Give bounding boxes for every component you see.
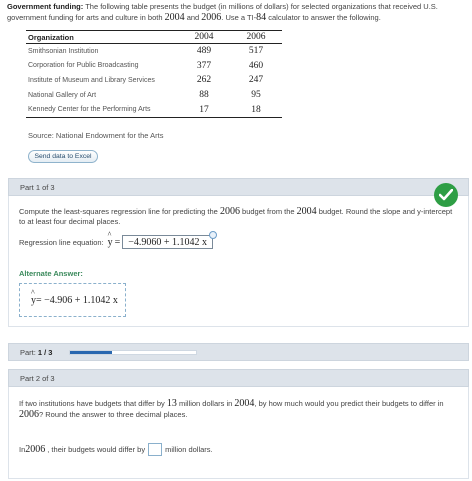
cell-2006: 517 — [248, 46, 264, 57]
cell-organization: Kennedy Center for the Performing Arts — [26, 102, 178, 118]
alternate-answer-value: = −4.906 + 1.1042 x — [36, 294, 118, 306]
progress-value: 1 / 3 — [37, 347, 53, 357]
table-row: Kennedy Center for the Performing Arts 1… — [26, 102, 282, 118]
cell-2006: 460 — [248, 60, 264, 71]
header-organization: Organization — [26, 30, 178, 44]
cell-2004: 262 — [196, 75, 212, 86]
table-row: Institute of Museum and Library Services… — [26, 73, 282, 88]
budget-difference-input[interactable] — [148, 442, 163, 456]
source-note: Source: National Endowment for the Arts — [28, 131, 164, 140]
progress-track — [69, 350, 197, 355]
table-header-row: Organization 2004 2006 — [26, 30, 282, 44]
cell-organization: National Gallery of Art — [28, 91, 97, 99]
equals-sign: = — [114, 236, 121, 248]
regression-answer-field[interactable]: −4.9060 + 1.1042 x — [122, 231, 218, 249]
alt-y-hat-symbol: y — [31, 288, 36, 306]
cell-2006: 247 — [248, 75, 264, 86]
part1-header: Part 1 of 3 — [8, 178, 469, 196]
cell-2004: 489 — [196, 46, 212, 57]
part2-answer-row: In 2006, their budgets would differ by m… — [19, 442, 213, 456]
y-hat-symbol: y — [108, 230, 113, 248]
table-row: Corporation for Public Broadcasting 377 … — [26, 58, 282, 73]
cell-organization: Institute of Museum and Library Services — [28, 76, 155, 84]
regression-equation-row: Regression line equation: y = −4.9060 + … — [19, 230, 218, 250]
progress-label: Part: — [20, 347, 36, 357]
equation-label: Regression line equation: — [19, 237, 104, 247]
cell-organization: Corporation for Public Broadcasting — [28, 62, 139, 70]
header-2006: 2006 — [230, 30, 282, 44]
intro-lead: Government funding: — [7, 2, 84, 11]
send-to-excel-button[interactable]: Send data to Excel — [28, 150, 98, 163]
cell-2004: 88 — [199, 90, 209, 101]
part2-header: Part 2 of 3 — [8, 369, 469, 387]
cell-2006: 18 — [230, 102, 282, 118]
table-row: Smithsonian Institution 489 517 — [26, 44, 282, 59]
part-progress: Part: 1 / 3 — [8, 343, 469, 361]
cell-2004: 377 — [196, 60, 212, 71]
part1-instructions: Compute the least-squares regression lin… — [19, 206, 453, 227]
cell-2006: 95 — [251, 90, 261, 101]
cell-2004: 17 — [178, 102, 230, 118]
regression-answer-value: −4.9060 + 1.1042 x — [128, 236, 208, 248]
edit-handle-icon[interactable] — [209, 231, 218, 239]
alternate-answer-label: Alternate Answer: — [19, 269, 83, 278]
alternate-answer-box: y = −4.906 + 1.1042 x — [19, 283, 126, 317]
progress-fill — [70, 351, 112, 354]
part2-question: If two institutions have budgets that di… — [19, 398, 444, 420]
problem-intro: Government funding: The following table … — [7, 2, 438, 23]
budget-table: Organization 2004 2006 Smithsonian Insti… — [26, 30, 282, 118]
header-2004: 2004 — [178, 30, 230, 44]
table-row: National Gallery of Art 88 95 — [26, 88, 282, 103]
cell-organization: Smithsonian Institution — [28, 47, 99, 55]
